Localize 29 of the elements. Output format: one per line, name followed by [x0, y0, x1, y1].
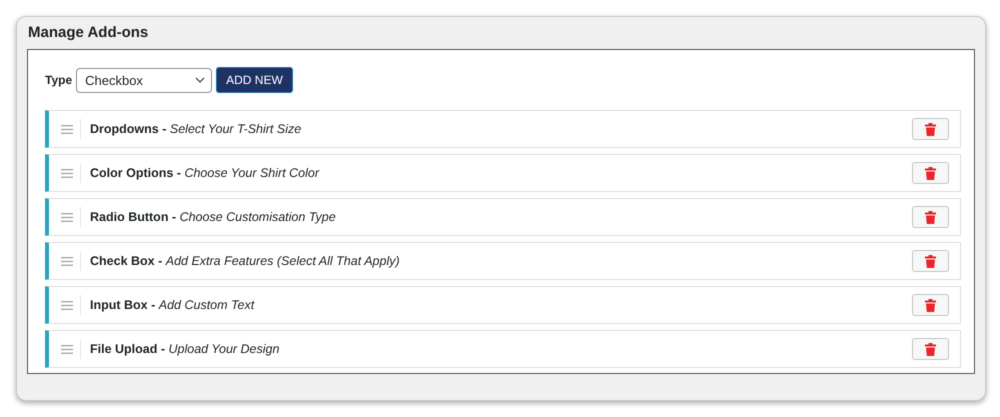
delete-button[interactable]: [912, 118, 949, 140]
delete-button[interactable]: [912, 338, 949, 360]
addon-label: File Upload - Upload Your Design: [90, 342, 280, 356]
drag-handle-icon[interactable]: [61, 212, 73, 222]
add-new-button[interactable]: ADD NEW: [216, 67, 293, 93]
type-label: Type: [45, 73, 72, 87]
trash-icon: [925, 122, 936, 136]
delete-button[interactable]: [912, 250, 949, 272]
chevron-down-icon: [195, 77, 206, 83]
delete-button[interactable]: [912, 206, 949, 228]
trash-icon: [925, 342, 936, 356]
drag-handle-icon[interactable]: [61, 256, 73, 266]
trash-icon: [925, 298, 936, 312]
delete-button[interactable]: [912, 294, 949, 316]
panel-title: Manage Add-ons: [27, 23, 150, 43]
addon-label: Radio Button - Choose Customisation Type: [90, 210, 337, 224]
addon-label: Color Options - Choose Your Shirt Color: [90, 166, 320, 180]
addon-label: Input Box - Add Custom Text: [90, 298, 256, 312]
drag-handle-icon[interactable]: [61, 300, 73, 310]
trash-icon: [925, 210, 936, 224]
addon-label: Check Box - Add Extra Features (Select All That Apply): [90, 254, 401, 268]
drag-handle-icon[interactable]: [61, 124, 73, 134]
trash-icon: [925, 166, 936, 180]
trash-icon: [925, 254, 936, 268]
addon-label: Dropdowns - Select Your T-Shirt Size: [90, 122, 302, 136]
drag-handle-icon[interactable]: [61, 344, 73, 354]
delete-button[interactable]: [912, 162, 949, 184]
type-select[interactable]: Checkbox: [76, 68, 212, 92]
drag-handle-icon[interactable]: [61, 168, 73, 178]
